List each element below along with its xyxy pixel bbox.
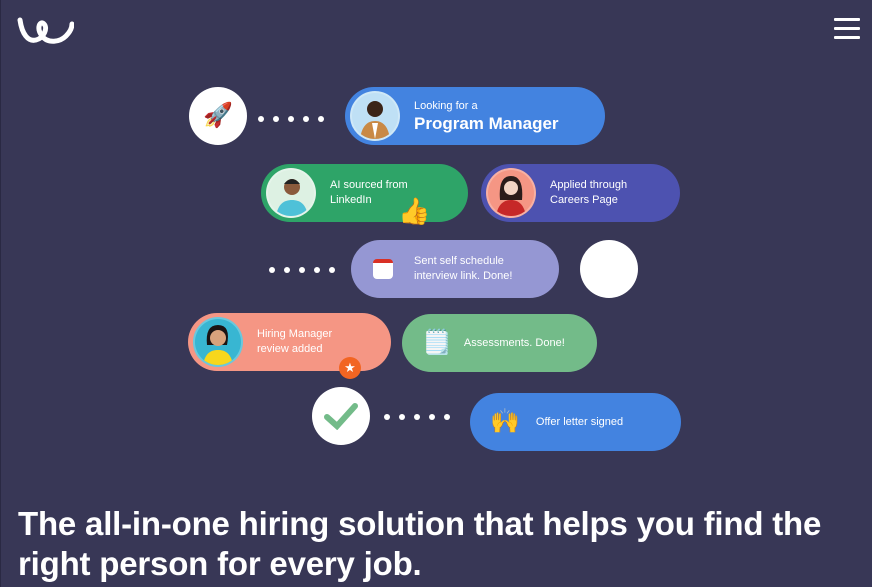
connector-dots — [269, 267, 335, 273]
step-ai-sourced: AI sourced from LinkedIn 👍 — [261, 164, 468, 226]
step-line1: Hiring Manager — [257, 328, 333, 340]
star-badge-icon: ★ — [339, 357, 361, 379]
rocket-icon: 🚀 — [203, 102, 233, 129]
check-circle — [312, 387, 370, 445]
calendar-icon — [373, 259, 393, 279]
step-line1: Sent self schedule — [414, 255, 504, 267]
empty-circle — [580, 240, 638, 298]
menu-bar — [834, 36, 860, 39]
step-line2: review added — [257, 343, 323, 355]
avatar-woman-yellow-shirt-icon — [193, 317, 243, 367]
thumbs-up-icon: 👍 — [398, 196, 431, 226]
step-assessments: 🗒️ Assessments. Done! — [402, 314, 597, 372]
step-line2: interview link. Done! — [414, 270, 513, 282]
step-line1: Offer letter signed — [535, 415, 624, 428]
step-looking-for: Looking for a Program Manager — [345, 87, 605, 145]
step-offer-signed: 🙌 Offer letter signed — [470, 393, 681, 451]
connector-dots — [258, 116, 324, 122]
avatar-woman-red-top-icon — [486, 168, 536, 218]
step-line1: Applied through — [550, 179, 628, 191]
step-line2: Careers Page — [550, 194, 618, 206]
checkmark-icon — [324, 403, 358, 430]
step-line1: Looking for a — [414, 99, 478, 112]
menu-bar — [834, 18, 860, 21]
raised-hands-icon: 🙌 — [490, 408, 520, 435]
workable-logo-icon[interactable] — [16, 14, 75, 46]
hamburger-menu-button[interactable] — [834, 18, 860, 42]
step-line1: Assessments. Done! — [463, 336, 565, 349]
notepad-icon: 🗒️ — [422, 329, 452, 356]
step-line1: AI sourced from — [330, 179, 408, 191]
avatar-man-beard-icon — [266, 168, 316, 218]
step-line2: LinkedIn — [330, 194, 372, 206]
step-self-schedule: Sent self schedule interview link. Done! — [351, 240, 559, 298]
avatar-man-blazer-icon — [350, 91, 400, 141]
step-hiring-manager-review: Hiring Manager review added ★ — [188, 313, 391, 379]
step-applied-careers: Applied through Careers Page — [481, 164, 680, 222]
menu-bar — [834, 27, 860, 30]
hero-headline: The all-in-one hiring solution that help… — [18, 505, 822, 582]
step-role-title: Program Manager — [414, 113, 559, 133]
connector-dots — [384, 414, 450, 420]
rocket-circle: 🚀 — [189, 87, 247, 145]
